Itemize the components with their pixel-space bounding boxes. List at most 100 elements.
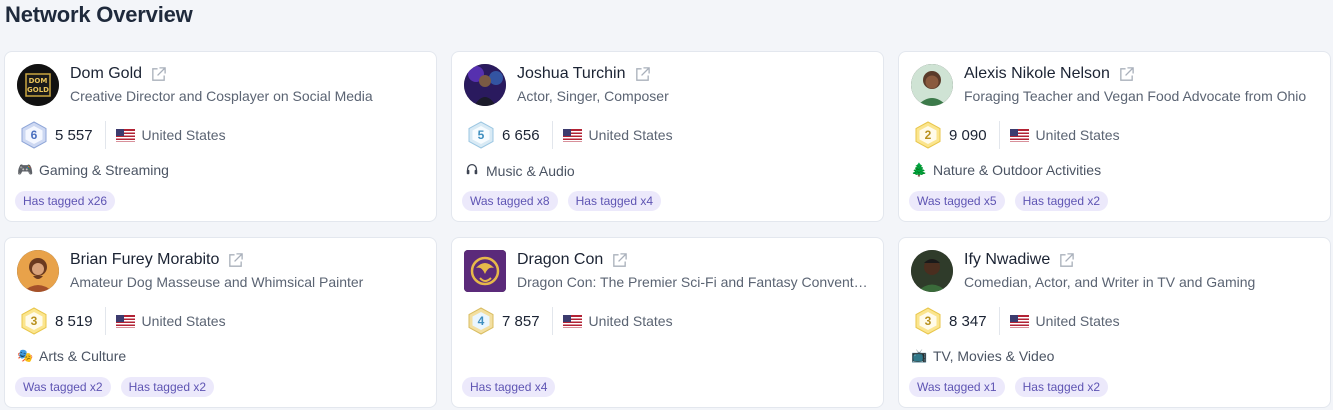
tags-row: Was tagged x8 Has tagged x4 — [462, 191, 661, 211]
tag-badge: Has tagged x4 — [567, 191, 661, 211]
creator-bio: Dragon Con: The Premier Sci-Fi and Fanta… — [517, 274, 869, 290]
category-label: Gaming & Streaming — [39, 162, 169, 178]
headphones-icon — [464, 162, 480, 180]
tag-badge: Has tagged x4 — [462, 377, 556, 397]
category-row: 📺 TV, Movies & Video — [911, 348, 1054, 364]
avatar[interactable]: DOM GOLD — [17, 64, 59, 106]
creator-name[interactable]: Dragon Con — [517, 251, 603, 269]
stats-row: 5 6 656 United States — [467, 120, 673, 150]
creator-name[interactable]: Alexis Nikole Nelson — [964, 65, 1110, 83]
stats-row: 3 8 519 United States — [20, 306, 226, 336]
category-label: Music & Audio — [486, 163, 575, 179]
creator-bio: Foraging Teacher and Vegan Food Advocate… — [964, 88, 1307, 104]
stats-row: 4 7 857 United States — [467, 306, 673, 336]
follower-count: 8 347 — [949, 312, 987, 330]
tag-badge: Was tagged x8 — [462, 191, 558, 211]
tag-badge: Has tagged x2 — [1014, 191, 1108, 211]
country: United States — [1035, 127, 1120, 143]
creator-card[interactable]: Alexis Nikole Nelson Foraging Teacher an… — [898, 51, 1331, 222]
category-label: Arts & Culture — [39, 348, 127, 364]
external-link-icon[interactable] — [1118, 66, 1135, 83]
theater-masks-icon: 🎭 — [17, 348, 34, 363]
tag-badge: Was tagged x2 — [15, 377, 111, 397]
divider — [104, 307, 106, 335]
stats-row: 3 8 347 United States — [914, 306, 1120, 336]
tags-row: Was tagged x5 Has tagged x2 — [909, 191, 1108, 211]
stats-row: 2 9 090 United States — [914, 120, 1120, 150]
tree-icon: 🌲 — [911, 162, 928, 177]
external-link-icon[interactable] — [1058, 252, 1075, 269]
creator-card[interactable]: Dragon Con Dragon Con: The Premier Sci-F… — [451, 237, 884, 408]
country: United States — [1035, 313, 1120, 329]
country: United States — [588, 313, 673, 329]
category-row: 🎭 Arts & Culture — [17, 348, 126, 364]
game-controller-icon: 🎮 — [17, 162, 34, 177]
follower-count: 7 857 — [502, 312, 540, 330]
country: United States — [588, 127, 673, 143]
country: United States — [141, 313, 226, 329]
divider — [551, 307, 553, 335]
tags-row: Was tagged x2 Has tagged x2 — [15, 377, 214, 397]
creator-card[interactable]: Brian Furey Morabito Amateur Dog Masseus… — [4, 237, 437, 408]
follower-count: 9 090 — [949, 126, 987, 144]
follower-count: 8 519 — [55, 312, 93, 330]
creator-card[interactable]: Joshua Turchin Actor, Singer, Composer 5… — [451, 51, 884, 222]
creator-bio: Amateur Dog Masseuse and Whimsical Paint… — [70, 274, 364, 290]
external-link-icon[interactable] — [611, 252, 628, 269]
category-row: 🎮 Gaming & Streaming — [17, 162, 169, 178]
us-flag-icon — [115, 128, 135, 142]
level-badge: 2 — [914, 121, 942, 149]
us-flag-icon — [562, 314, 582, 328]
tags-row: Has tagged x26 — [15, 191, 116, 211]
avatar[interactable] — [911, 250, 953, 292]
stats-row: 6 5 557 United States — [20, 120, 226, 150]
divider — [104, 121, 106, 149]
external-link-icon[interactable] — [227, 252, 244, 269]
tag-badge: Was tagged x5 — [909, 191, 1005, 211]
creator-bio: Comedian, Actor, and Writer in TV and Ga… — [964, 274, 1256, 290]
category-row: 🌲 Nature & Outdoor Activities — [911, 162, 1101, 178]
category-label: TV, Movies & Video — [933, 348, 1055, 364]
external-link-icon[interactable] — [634, 66, 651, 83]
category-row: Music & Audio — [464, 162, 575, 180]
level-badge: 5 — [467, 121, 495, 149]
creator-card[interactable]: DOM GOLD Dom Gold Creative Director and C… — [4, 51, 437, 222]
page-title: Network Overview — [5, 2, 193, 27]
level-badge: 3 — [20, 307, 48, 335]
us-flag-icon — [1009, 314, 1029, 328]
television-icon: 📺 — [911, 348, 928, 363]
avatar[interactable] — [464, 250, 506, 292]
us-flag-icon — [115, 314, 135, 328]
tag-badge: Has tagged x26 — [15, 191, 116, 211]
follower-count: 6 656 — [502, 126, 540, 144]
tags-row: Has tagged x4 — [462, 377, 556, 397]
creator-bio: Actor, Singer, Composer — [517, 88, 669, 104]
creator-name[interactable]: Ify Nwadiwe — [964, 251, 1050, 269]
svg-text:GOLD: GOLD — [27, 86, 49, 94]
us-flag-icon — [562, 128, 582, 142]
avatar[interactable] — [911, 64, 953, 106]
creator-name[interactable]: Joshua Turchin — [517, 65, 626, 83]
tags-row: Was tagged x1 Has tagged x2 — [909, 377, 1108, 397]
creator-name[interactable]: Dom Gold — [70, 65, 142, 83]
tag-badge: Was tagged x1 — [909, 377, 1005, 397]
us-flag-icon — [1009, 128, 1029, 142]
avatar[interactable] — [17, 250, 59, 292]
divider — [551, 121, 553, 149]
creator-card[interactable]: Ify Nwadiwe Comedian, Actor, and Writer … — [898, 237, 1331, 408]
avatar[interactable] — [464, 64, 506, 106]
level-badge: 3 — [914, 307, 942, 335]
divider — [998, 121, 1000, 149]
creator-grid: DOM GOLD Dom Gold Creative Director and C… — [4, 51, 1331, 408]
tag-badge: Has tagged x2 — [120, 377, 214, 397]
external-link-icon[interactable] — [150, 66, 167, 83]
svg-text:DOM: DOM — [29, 77, 48, 85]
creator-bio: Creative Director and Cosplayer on Socia… — [70, 88, 373, 104]
tag-badge: Has tagged x2 — [1014, 377, 1108, 397]
follower-count: 5 557 — [55, 126, 93, 144]
category-label: Nature & Outdoor Activities — [933, 162, 1102, 178]
creator-name[interactable]: Brian Furey Morabito — [70, 251, 219, 269]
level-badge: 6 — [20, 121, 48, 149]
country: United States — [141, 127, 226, 143]
level-badge: 4 — [467, 307, 495, 335]
